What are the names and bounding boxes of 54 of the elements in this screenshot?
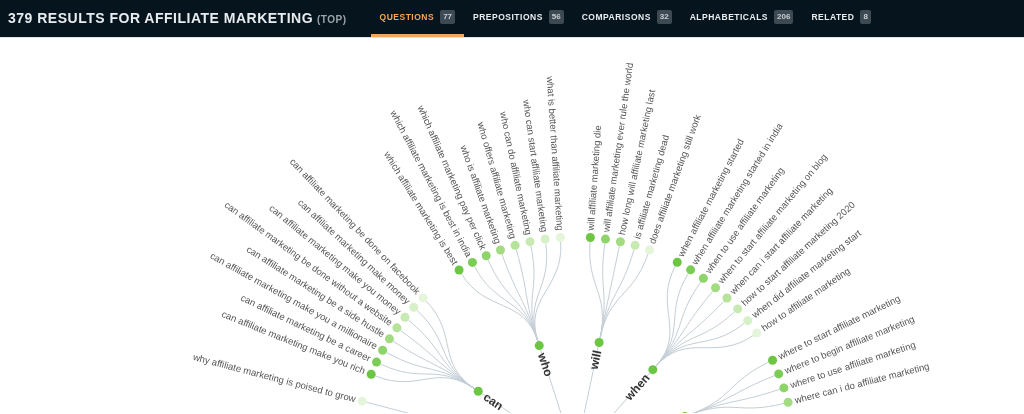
keyword-dot[interactable] bbox=[555, 233, 565, 242]
count-badge: 206 bbox=[774, 10, 794, 24]
keyword-dot[interactable] bbox=[672, 257, 682, 267]
keyword-dot[interactable] bbox=[743, 316, 753, 326]
keyword-dot[interactable] bbox=[752, 328, 762, 338]
branch-dot[interactable] bbox=[534, 341, 544, 351]
count-badge: 32 bbox=[656, 10, 672, 24]
count-badge: 77 bbox=[440, 10, 456, 24]
keyword-dot[interactable] bbox=[711, 283, 721, 293]
keyword-dot[interactable] bbox=[774, 369, 784, 379]
keyword-dot[interactable] bbox=[733, 304, 743, 314]
keyword-dot[interactable] bbox=[510, 240, 520, 250]
keyword-dot[interactable] bbox=[600, 234, 610, 244]
keyword-dot[interactable] bbox=[768, 355, 778, 365]
scope-label: (TOP) bbox=[317, 13, 347, 27]
keyword-dot[interactable] bbox=[372, 357, 382, 367]
count-badge: 8 bbox=[860, 10, 871, 24]
keyword-dot[interactable] bbox=[481, 251, 491, 261]
category-tab[interactable]: COMPARISONS 32 bbox=[572, 0, 681, 37]
keyword-dot[interactable] bbox=[467, 257, 477, 267]
keyword-label[interactable]: will affiliate marketing die bbox=[584, 124, 604, 231]
keyword-dot[interactable] bbox=[698, 273, 708, 283]
branch-dot[interactable] bbox=[594, 338, 604, 347]
branch-label: who bbox=[535, 351, 556, 379]
keyword-dot[interactable] bbox=[722, 293, 732, 303]
keyword-dot[interactable] bbox=[585, 233, 595, 243]
keyword-dot[interactable] bbox=[496, 245, 505, 255]
keyword-dot[interactable] bbox=[366, 369, 376, 379]
count-badge: 56 bbox=[548, 10, 564, 24]
keyword-dot[interactable] bbox=[525, 237, 535, 247]
keyword-dot[interactable] bbox=[783, 397, 793, 407]
category-tab[interactable]: ALPHABETICALS 206 bbox=[680, 0, 803, 37]
keyword-dot[interactable] bbox=[400, 312, 410, 322]
category-tab[interactable]: PREPOSITIONS 56 bbox=[464, 0, 573, 37]
keyword-dot[interactable] bbox=[384, 334, 394, 344]
keyword-dot[interactable] bbox=[409, 302, 419, 312]
keyword-dot[interactable] bbox=[686, 265, 696, 275]
keyword-dot[interactable] bbox=[630, 240, 640, 250]
branch-label: can bbox=[480, 389, 506, 413]
branch-dot[interactable] bbox=[473, 386, 483, 396]
keyword-dot[interactable] bbox=[454, 265, 464, 275]
keyword-dot[interactable] bbox=[418, 293, 428, 303]
branch-dot[interactable] bbox=[648, 365, 658, 375]
keyword-dot[interactable] bbox=[645, 245, 654, 255]
keyword-dot[interactable] bbox=[378, 345, 388, 355]
keyword-dot[interactable] bbox=[357, 396, 367, 406]
keyword-dot[interactable] bbox=[540, 234, 550, 244]
results-title: 379 RESULTS FOR AFFILIATE MARKETING bbox=[8, 9, 314, 28]
category-tab[interactable]: QUESTIONS 77 bbox=[370, 0, 465, 37]
keyword-dot[interactable] bbox=[779, 383, 789, 393]
category-tab[interactable]: RELATED 8 bbox=[802, 0, 880, 37]
keyword-dot[interactable] bbox=[615, 237, 625, 247]
keyword-dot[interactable] bbox=[392, 323, 402, 333]
branch-label: will bbox=[586, 348, 605, 371]
